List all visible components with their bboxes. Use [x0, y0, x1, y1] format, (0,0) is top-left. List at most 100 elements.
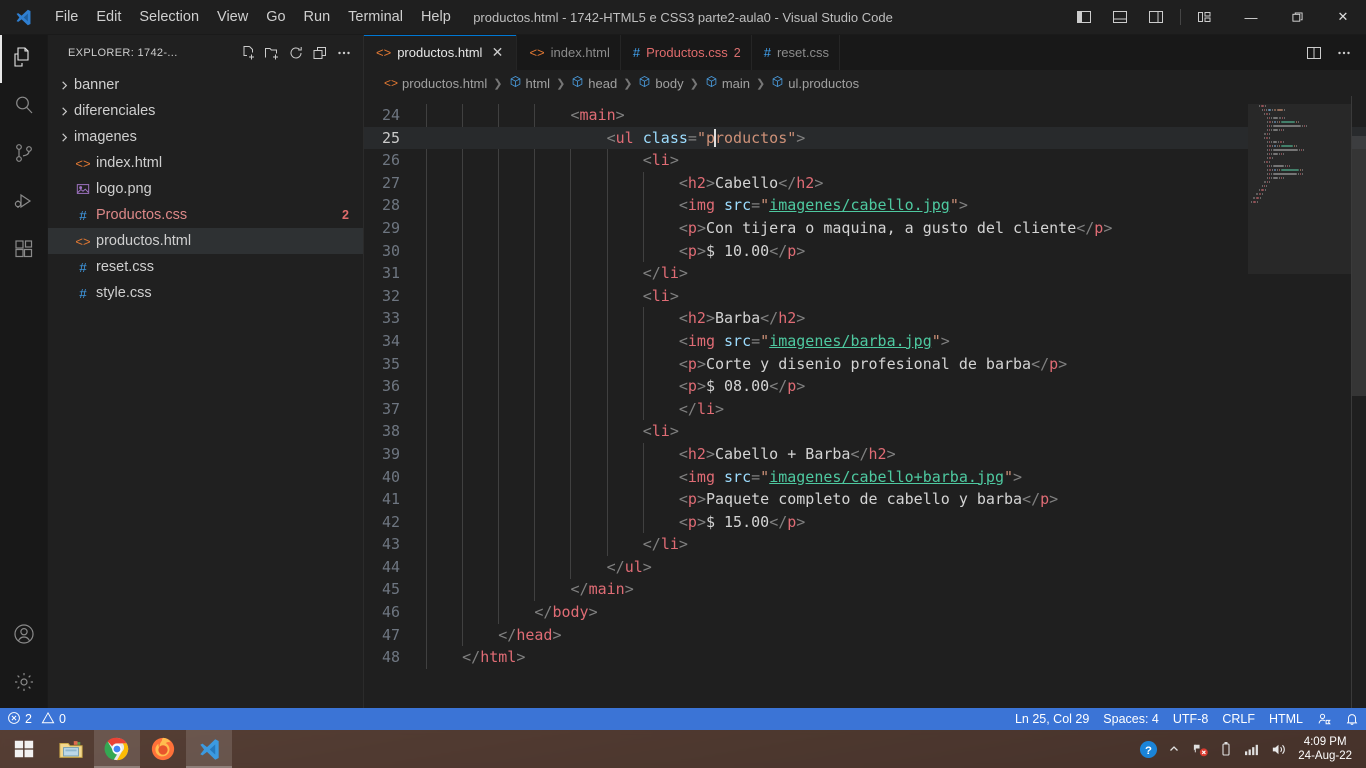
tab-index-html[interactable]: <> index.html	[517, 35, 621, 70]
code-text[interactable]: <h2>Cabello</h2>	[424, 172, 824, 195]
tab-productos-css[interactable]: # Productos.css 2	[620, 35, 752, 70]
code-text[interactable]: <li>	[424, 149, 679, 172]
scrollbar-thumb[interactable]	[1352, 136, 1366, 396]
new-file-icon[interactable]	[237, 42, 259, 64]
editor-vertical-scrollbar[interactable]	[1352, 96, 1366, 708]
code-line[interactable]: 46 </body>	[364, 601, 1366, 624]
code-content[interactable]: 24 <main> 25 <ul class="productos"> 26 <li…	[364, 96, 1366, 708]
window-close-button[interactable]: ✕	[1320, 0, 1366, 35]
window-minimize-button[interactable]: —	[1228, 0, 1274, 35]
code-text[interactable]: </li>	[424, 398, 724, 421]
taskbar-vscode-icon[interactable]	[186, 730, 232, 768]
code-text[interactable]: <img src="imagenes/barba.jpg">	[424, 330, 950, 353]
tree-item-file-style-css[interactable]: # style.css	[48, 280, 363, 306]
code-line[interactable]: 24 <main>	[364, 104, 1366, 127]
code-text[interactable]: <img src="imagenes/cabello+barba.jpg">	[424, 466, 1022, 489]
code-line[interactable]: 40 <img src="imagenes/cabello+barba.jpg"…	[364, 466, 1366, 489]
code-text[interactable]: <main>	[424, 104, 625, 127]
menu-selection[interactable]: Selection	[130, 4, 208, 30]
code-line[interactable]: 47 </head>	[364, 624, 1366, 647]
more-actions-icon[interactable]	[1330, 38, 1358, 68]
breadcrumb-item-body[interactable]: body	[638, 75, 684, 91]
code-line[interactable]: 48 </html>	[364, 646, 1366, 669]
code-line[interactable]: 31 </li>	[364, 262, 1366, 285]
tree-item-folder-diferenciales[interactable]: diferenciales	[48, 98, 363, 124]
code-text[interactable]: </body>	[424, 601, 597, 624]
code-text[interactable]: <p>Paquete completo de cabello y barba</…	[424, 488, 1058, 511]
breadcrumb-item-html[interactable]: html	[509, 75, 550, 91]
code-line[interactable]: 39 <h2>Cabello + Barba</h2>	[364, 443, 1366, 466]
taskbar-clock[interactable]: 4:09 PM 24-Aug-22	[1292, 730, 1362, 768]
status-cursor-position[interactable]: Ln 25, Col 29	[1008, 708, 1096, 730]
show-hidden-icons-icon[interactable]	[1162, 730, 1186, 768]
status-problems[interactable]: 2 0	[0, 708, 73, 730]
tree-item-file-productos-css[interactable]: # Productos.css 2	[48, 202, 363, 228]
volume-icon[interactable]	[1266, 730, 1290, 768]
code-text[interactable]: <ul class="productos">	[424, 127, 805, 150]
tree-item-folder-banner[interactable]: banner	[48, 72, 363, 98]
menu-file[interactable]: File	[46, 4, 87, 30]
signal-icon[interactable]	[1240, 730, 1264, 768]
editor-viewport[interactable]: 24 <main> 25 <ul class="productos"> 26 <li…	[364, 96, 1366, 708]
code-line[interactable]: 27 <h2>Cabello</h2>	[364, 172, 1366, 195]
code-line[interactable]: 34 <img src="imagenes/barba.jpg">	[364, 330, 1366, 353]
code-text[interactable]: <h2>Cabello + Barba</h2>	[424, 443, 896, 466]
toggle-panel-icon[interactable]	[1103, 0, 1137, 35]
tree-item-file-index-html[interactable]: <> index.html	[48, 150, 363, 176]
collapse-all-icon[interactable]	[309, 42, 331, 64]
code-line[interactable]: 26 <li>	[364, 149, 1366, 172]
code-text[interactable]: <img src="imagenes/cabello.jpg">	[424, 194, 968, 217]
windows-start-icon[interactable]	[0, 730, 48, 768]
tree-item-folder-imagenes[interactable]: imagenes	[48, 124, 363, 150]
code-text[interactable]: <li>	[424, 285, 679, 308]
breadcrumb-item-file[interactable]: <> productos.html	[384, 76, 487, 91]
split-editor-right-icon[interactable]	[1300, 38, 1328, 68]
breadcrumb-item-main[interactable]: main	[705, 75, 750, 91]
menu-go[interactable]: Go	[257, 4, 294, 30]
activitybar-item-accounts[interactable]	[0, 612, 48, 660]
code-line[interactable]: 28 <img src="imagenes/cabello.jpg">	[364, 194, 1366, 217]
menu-run[interactable]: Run	[295, 4, 340, 30]
code-text[interactable]: <p>Corte y disenio profesional de barba<…	[424, 353, 1067, 376]
toggle-primary-sidebar-icon[interactable]	[1067, 0, 1101, 35]
code-line[interactable]: 44 </ul>	[364, 556, 1366, 579]
tab-reset-css[interactable]: # reset.css	[751, 35, 840, 70]
status-encoding[interactable]: UTF-8	[1166, 708, 1215, 730]
status-indentation[interactable]: Spaces: 4	[1096, 708, 1166, 730]
status-language-mode[interactable]: HTML	[1262, 708, 1310, 730]
code-line[interactable]: 25 <ul class="productos">	[364, 126, 1366, 150]
menu-edit[interactable]: Edit	[87, 4, 130, 30]
window-maximize-button[interactable]	[1274, 0, 1320, 35]
activitybar-item-extensions[interactable]	[0, 227, 48, 275]
toggle-secondary-sidebar-icon[interactable]	[1139, 0, 1173, 35]
menu-terminal[interactable]: Terminal	[339, 4, 412, 30]
tree-item-file-reset-css[interactable]: # reset.css	[48, 254, 363, 280]
breadcrumb-item-ul-productos[interactable]: ul.productos	[771, 75, 859, 91]
code-line[interactable]: 41 <p>Paquete completo de cabello y barb…	[364, 488, 1366, 511]
code-line[interactable]: 32 <li>	[364, 285, 1366, 308]
activitybar-item-explorer[interactable]	[0, 35, 48, 83]
breadcrumb-item-head[interactable]: head	[571, 75, 617, 91]
network-error-icon[interactable]	[1188, 730, 1212, 768]
minimap-slider[interactable]	[1248, 104, 1352, 274]
customize-layout-icon[interactable]	[1188, 0, 1222, 35]
code-line[interactable]: 33 <h2>Barba</h2>	[364, 307, 1366, 330]
code-text[interactable]: <p>Con tijera o maquina, a gusto del cli…	[424, 217, 1112, 240]
help-icon[interactable]: ?	[1136, 730, 1160, 768]
activitybar-item-manage[interactable]	[0, 660, 48, 708]
code-text[interactable]: <p>$ 15.00</p>	[424, 511, 805, 534]
refresh-icon[interactable]	[285, 42, 307, 64]
code-text[interactable]: </ul>	[424, 556, 652, 579]
code-text[interactable]: <h2>Barba</h2>	[424, 307, 805, 330]
feedback-icon[interactable]	[1310, 708, 1338, 730]
code-line[interactable]: 30 <p>$ 10.00</p>	[364, 240, 1366, 263]
new-folder-icon[interactable]	[261, 42, 283, 64]
code-line[interactable]: 38 <li>	[364, 420, 1366, 443]
code-line[interactable]: 35 <p>Corte y disenio profesional de bar…	[364, 353, 1366, 376]
taskbar-file-explorer-icon[interactable]	[48, 730, 94, 768]
views-and-more-actions-icon[interactable]	[333, 42, 355, 64]
code-text[interactable]: </html>	[424, 646, 525, 669]
code-line[interactable]: 45 </main>	[364, 578, 1366, 601]
tree-item-file-logo-png[interactable]: logo.png	[48, 176, 363, 202]
code-text[interactable]: <p>$ 08.00</p>	[424, 375, 805, 398]
